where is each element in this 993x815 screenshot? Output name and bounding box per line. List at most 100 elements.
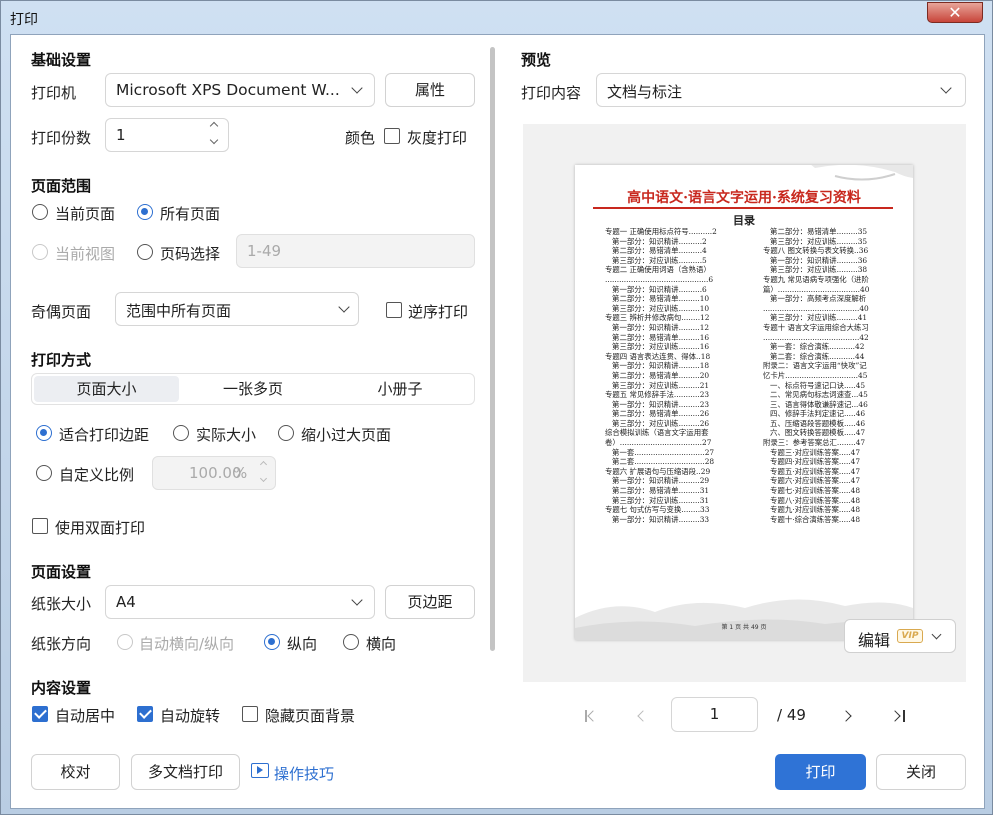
shrink-large-radio[interactable]	[278, 425, 294, 441]
increment-icon[interactable]	[209, 121, 219, 131]
play-glyph	[257, 766, 263, 774]
copies-stepper[interactable]: 1	[105, 118, 229, 152]
paper-size-value: A4	[116, 593, 136, 611]
custom-scale-input[interactable]: 100.00 %	[152, 456, 276, 490]
doc-toc-right-column: 第二部分：易错清单.........35 第三部分：对应训练.........3…	[763, 227, 870, 524]
color-label: 颜色	[345, 129, 376, 147]
custom-scale-radio[interactable]	[36, 465, 52, 481]
doc-toc-heading: 目录	[733, 214, 755, 227]
last-page-icon[interactable]	[903, 710, 905, 722]
print-content-select[interactable]: 文档与标注	[596, 73, 966, 107]
page-setup-heading: 页面设置	[31, 563, 92, 581]
odd-even-label: 奇偶页面	[31, 303, 92, 321]
page-range-input[interactable]: 1-49	[236, 234, 475, 268]
prev-page-icon[interactable]	[637, 710, 649, 722]
auto-orientation-label: 自动横向/纵向	[139, 635, 235, 653]
print-mode-tabs: 页面大小 一张多页 小册子	[31, 373, 475, 405]
window-close-button[interactable]: ✕	[927, 2, 983, 23]
odd-even-value: 范围中所有页面	[126, 302, 232, 320]
doc-toc-left-column: 专题一 正确使用标点符号..........2 第一部分：知识精讲.......…	[605, 227, 717, 524]
vip-badge: VIP	[897, 629, 923, 643]
print-button[interactable]: 打印	[775, 754, 866, 790]
title-bar: 打印 ✕	[1, 1, 993, 34]
paper-size-label: 纸张大小	[31, 595, 92, 613]
auto-rotate-checkbox[interactable]	[137, 706, 153, 722]
page-range-heading: 页面范围	[31, 177, 92, 195]
first-page-chevron-icon	[587, 710, 599, 722]
left-panel-scrollbar[interactable]	[490, 47, 495, 651]
actual-size-label: 实际大小	[196, 426, 257, 444]
increment-icon[interactable]	[259, 460, 268, 469]
fit-margin-radio[interactable]	[36, 425, 52, 441]
copies-label: 打印份数	[31, 129, 92, 147]
preview-page: 高中语文·语言文字运用·系统复习资料 目录 专题一 正确使用标点符号......…	[575, 165, 913, 640]
portrait-radio[interactable]	[264, 634, 280, 650]
current-view-label: 当前视图	[55, 245, 116, 263]
portrait-label: 纵向	[287, 635, 318, 653]
auto-center-label: 自动居中	[55, 707, 116, 725]
printer-value: Microsoft XPS Document W...	[116, 81, 340, 99]
basic-settings-heading: 基础设置	[31, 51, 92, 69]
printer-properties-button[interactable]: 属性	[385, 73, 475, 107]
page-select-label: 页码选择	[160, 245, 221, 263]
preview-heading: 预览	[521, 51, 552, 69]
margins-button[interactable]: 页边距	[385, 585, 475, 619]
chevron-down-icon	[931, 629, 942, 640]
edit-button[interactable]: 编辑 VIP	[844, 619, 956, 653]
edit-label: 编辑	[858, 631, 891, 650]
tips-link[interactable]: 操作技巧	[274, 763, 334, 784]
next-page-icon[interactable]	[840, 710, 852, 722]
print-mode-heading: 打印方式	[31, 351, 92, 369]
all-pages-radio[interactable]	[137, 204, 153, 220]
hide-background-checkbox[interactable]	[242, 706, 258, 722]
doc-title-underline	[593, 207, 893, 209]
current-page-radio[interactable]	[32, 204, 48, 220]
duplex-label: 使用双面打印	[55, 519, 146, 537]
page-select-radio[interactable]	[137, 244, 153, 260]
chevron-down-icon	[351, 82, 363, 94]
all-pages-label: 所有页面	[160, 205, 221, 223]
chevron-down-icon	[338, 301, 350, 313]
close-button[interactable]: 关闭	[876, 754, 966, 790]
decrement-icon[interactable]	[209, 135, 219, 145]
print-content-value: 文档与标注	[607, 83, 683, 101]
hide-background-label: 隐藏页面背景	[265, 707, 356, 725]
auto-rotate-label: 自动旋转	[160, 707, 221, 725]
grayscale-label: 灰度打印	[407, 129, 468, 147]
preview-area: 高中语文·语言文字运用·系统复习资料 目录 专题一 正确使用标点符号......…	[523, 124, 966, 682]
proof-button[interactable]: 校对	[31, 754, 120, 790]
shrink-large-label: 缩小过大页面	[301, 426, 392, 444]
tab-page-size[interactable]: 页面大小	[34, 376, 179, 402]
tab-multi-page[interactable]: 一张多页	[180, 376, 326, 402]
last-page-chevron-icon	[889, 710, 901, 722]
actual-size-radio[interactable]	[173, 425, 189, 441]
custom-scale-label: 自定义比例	[59, 466, 135, 484]
grayscale-checkbox[interactable]	[384, 128, 400, 144]
window-title: 打印	[10, 12, 38, 28]
total-pages-label: / 49	[777, 706, 806, 724]
landscape-label: 横向	[366, 635, 397, 653]
odd-even-select[interactable]: 范围中所有页面	[115, 292, 359, 326]
duplex-checkbox[interactable]	[32, 518, 48, 534]
chevron-down-icon	[351, 594, 363, 606]
paper-size-select[interactable]: A4	[105, 585, 375, 619]
orientation-label: 纸张方向	[31, 635, 92, 653]
current-page-input[interactable]: 1	[671, 697, 758, 732]
landscape-radio[interactable]	[343, 634, 359, 650]
current-view-radio[interactable]	[32, 244, 48, 260]
auto-center-checkbox[interactable]	[32, 706, 48, 722]
chevron-down-icon	[940, 82, 952, 94]
fit-margin-label: 适合打印边距	[59, 426, 150, 444]
video-tips-icon[interactable]	[251, 763, 269, 778]
current-page-label: 当前页面	[55, 205, 116, 223]
auto-orientation-radio[interactable]	[117, 634, 133, 650]
reverse-order-checkbox[interactable]	[386, 302, 402, 318]
multi-doc-print-button[interactable]: 多文档打印	[131, 754, 240, 790]
print-content-label: 打印内容	[521, 84, 582, 102]
page-range-placeholder: 1-49	[247, 242, 282, 260]
print-dialog: 打印 ✕ 基础设置 打印机 Microsoft XPS Document W..…	[0, 0, 993, 815]
tab-booklet[interactable]: 小册子	[327, 376, 473, 402]
dialog-body: 基础设置 打印机 Microsoft XPS Document W... 属性 …	[10, 34, 985, 809]
printer-select[interactable]: Microsoft XPS Document W...	[105, 73, 375, 107]
decrement-icon[interactable]	[259, 474, 268, 483]
